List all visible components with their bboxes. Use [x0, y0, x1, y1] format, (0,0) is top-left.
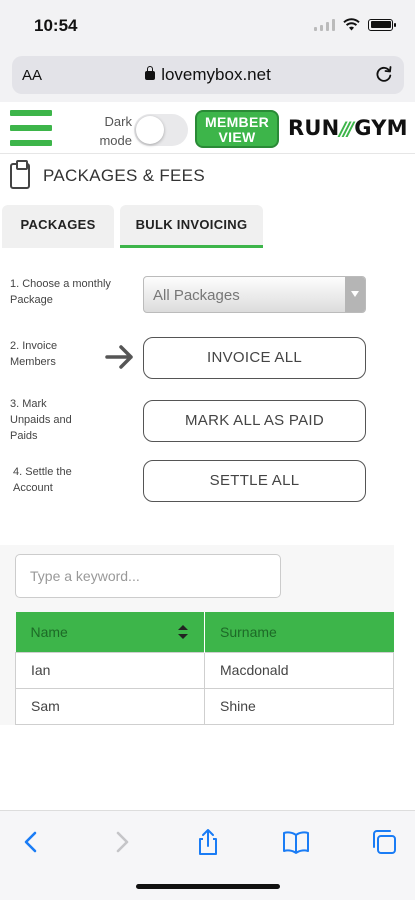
member-view-button[interactable]: MEMBER VIEW: [195, 110, 279, 148]
status-icons: [314, 18, 396, 31]
members-table: Name Surname Ian Macdonald Sam Shine: [15, 612, 394, 725]
cell-surname: Macdonald: [204, 651, 394, 689]
forward-icon[interactable]: [106, 827, 136, 857]
wifi-icon: [343, 18, 360, 31]
step-2-label: 2. Invoice Members: [10, 338, 57, 370]
home-indicator[interactable]: [136, 884, 280, 889]
logo-left: RUN: [288, 116, 340, 140]
sort-icon[interactable]: [178, 625, 188, 639]
step-1-line1: 1. Choose a monthly: [10, 278, 111, 290]
dark-mode-label-line2: mode: [99, 133, 132, 148]
logo-right: GYM: [354, 116, 408, 140]
table-row[interactable]: Ian Macdonald: [15, 651, 394, 689]
tab-packages[interactable]: PACKAGES: [2, 205, 114, 248]
app-header: Dark mode MEMBER VIEW RUN///GYM: [0, 102, 415, 154]
clipboard-icon: [10, 160, 30, 189]
toggle-knob: [136, 116, 164, 144]
share-icon[interactable]: [193, 827, 223, 857]
signal-icon: [314, 18, 335, 31]
tab-bulk-invoicing[interactable]: BULK INVOICING: [120, 205, 263, 248]
step-4-line1: 4. Settle the: [13, 466, 72, 478]
members-table-panel: Name Surname Ian Macdonald Sam Shine: [0, 545, 394, 725]
bookmarks-icon[interactable]: [281, 827, 311, 857]
mark-all-paid-button[interactable]: MARK ALL AS PAID: [143, 400, 366, 442]
package-select-value: All Packages: [153, 287, 240, 304]
step-3-line2: Unpaids and: [10, 414, 72, 426]
status-time: 10:54: [34, 16, 78, 35]
status-bar: 10:54: [0, 0, 415, 52]
step-2-line1: 2. Invoice: [10, 340, 58, 352]
member-view-line1: MEMBER: [204, 114, 270, 130]
column-header-name-label: Name: [30, 623, 68, 640]
step-1-line2: Package: [10, 294, 53, 306]
column-header-name[interactable]: Name: [15, 612, 205, 652]
tabs-icon[interactable]: [369, 827, 399, 857]
member-view-line2: VIEW: [218, 129, 256, 145]
cell-name: Sam: [15, 687, 205, 725]
step-4-label: 4. Settle the Account: [13, 464, 72, 496]
invoice-all-button[interactable]: INVOICE ALL: [143, 337, 366, 379]
table-row[interactable]: Sam Shine: [15, 687, 394, 725]
back-icon[interactable]: [17, 827, 47, 857]
reload-icon[interactable]: [374, 64, 394, 84]
url-display[interactable]: lovemybox.net: [12, 65, 404, 85]
battery-icon: [368, 18, 396, 31]
page-title-row: PACKAGES & FEES: [10, 160, 205, 192]
search-input[interactable]: [15, 554, 281, 598]
menu-icon[interactable]: [10, 110, 52, 146]
step-2-line2: Members: [10, 356, 56, 368]
browser-url-area: AA lovemybox.net: [0, 52, 415, 102]
dark-mode-label: Dark mode: [86, 112, 132, 150]
dark-mode-toggle[interactable]: [134, 114, 188, 146]
step-3-label: 3. Mark Unpaids and Paids: [10, 396, 72, 444]
arrow-right-icon: [105, 345, 133, 369]
logo[interactable]: RUN///GYM: [288, 116, 408, 140]
step-1-label: 1. Choose a monthly Package: [10, 276, 111, 308]
package-select[interactable]: All Packages: [143, 276, 366, 313]
step-4-line2: Account: [13, 482, 53, 494]
settle-all-button[interactable]: SETTLE ALL: [143, 460, 366, 502]
address-bar[interactable]: AA lovemybox.net: [12, 56, 404, 94]
lock-icon: [145, 66, 156, 80]
tab-bar: PACKAGES BULK INVOICING: [0, 205, 415, 249]
step-3-line1: 3. Mark: [10, 398, 47, 410]
cell-surname: Shine: [204, 687, 394, 725]
page-title: PACKAGES & FEES: [43, 166, 205, 185]
dark-mode-label-line1: Dark: [104, 114, 132, 129]
chevron-down-icon: [345, 277, 365, 312]
cell-name: Ian: [15, 651, 205, 689]
table-header-row: Name Surname: [15, 612, 394, 652]
column-header-surname[interactable]: Surname: [204, 612, 394, 652]
column-header-surname-label: Surname: [220, 623, 277, 640]
step-3-line3: Paids: [10, 430, 38, 442]
logo-slashes-icon: ///: [339, 118, 354, 140]
url-text: lovemybox.net: [161, 65, 271, 84]
